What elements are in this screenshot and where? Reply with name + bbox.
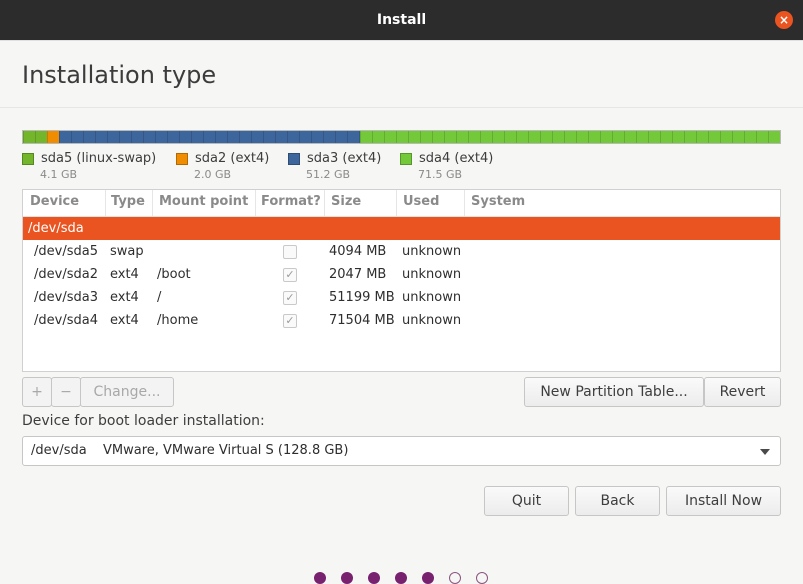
legend-swatch [176,152,188,165]
header-divider [0,107,803,108]
device-name: /dev/sda2 [34,267,98,282]
partition-used: unknown [402,244,462,259]
column-header-used[interactable]: Used [403,194,439,209]
format-checkbox[interactable]: ✓ [283,314,297,328]
legend-label: sda3 (ext4) [307,151,382,166]
partition-size: 71504 MB [329,313,395,328]
column-header-mount[interactable]: Mount point [159,194,248,209]
progress-dot [341,572,353,584]
partition-type: ext4 [110,313,139,328]
mount-point: /home [157,313,199,328]
legend-item: sda4 (ext4) 71.5 GB [400,151,493,181]
partition-type: ext4 [110,267,139,282]
partition-table: Device Type Mount point Format? Size Use… [22,189,781,372]
table-header: Device Type Mount point Format? Size Use… [23,190,780,217]
device-name: /dev/sda [28,221,84,236]
install-now-button[interactable]: Install Now [666,486,781,516]
partition-segment-sda5 [23,131,48,143]
column-header-system[interactable]: System [471,194,525,209]
format-checkbox[interactable] [283,245,297,259]
title-bar: Install × [0,0,803,40]
legend-swatch [22,152,34,165]
partition-type: ext4 [110,290,139,305]
legend-label: sda5 (linux-swap) [41,151,157,166]
boot-loader-select[interactable]: /dev/sda VMware, VMware Virtual S (128.8… [22,436,781,466]
table-row[interactable]: /dev/sda2 ext4 /boot ✓ 2047 MB unknown [23,263,780,286]
remove-partition-button[interactable]: − [51,377,81,407]
mount-point: / [157,290,162,305]
partition-type: swap [110,244,144,259]
format-checkbox[interactable]: ✓ [283,268,297,282]
legend-size: 4.1 GB [40,168,78,181]
progress-dot [395,572,407,584]
new-partition-table-button[interactable]: New Partition Table... [524,377,704,407]
progress-dot [314,572,326,584]
legend-item: sda3 (ext4) 51.2 GB [288,151,381,181]
partition-used: unknown [402,267,462,282]
device-name: /dev/sda3 [34,290,98,305]
back-button[interactable]: Back [575,486,660,516]
quit-button[interactable]: Quit [484,486,569,516]
progress-dot [449,572,461,584]
column-header-size[interactable]: Size [331,194,361,209]
partition-used: unknown [402,290,462,305]
partition-size: 51199 MB [329,290,395,305]
progress-dot [476,572,488,584]
window-title: Install [376,12,427,28]
progress-dot [368,572,380,584]
column-header-type[interactable]: Type [111,194,145,209]
device-name: /dev/sda5 [34,244,98,259]
legend-label: sda2 (ext4) [195,151,270,166]
partition-segment-sda2 [47,131,60,143]
legend-size: 71.5 GB [418,168,463,181]
progress-dots [314,572,503,584]
installer-content: Installation type sda5 (linux-swap) 4.1 … [0,40,803,584]
partition-bar [22,130,781,144]
format-checkbox[interactable]: ✓ [283,291,297,305]
partition-used: unknown [402,313,462,328]
legend-swatch [288,152,300,165]
legend-item: sda2 (ext4) 2.0 GB [176,151,269,181]
partition-size: 2047 MB [329,267,387,282]
progress-dot [422,572,434,584]
close-icon[interactable]: × [775,11,793,29]
mount-point: /boot [157,267,191,282]
legend-label: sda4 (ext4) [419,151,494,166]
table-row[interactable]: /dev/sda4 ext4 /home ✓ 71504 MB unknown [23,309,780,332]
column-header-format[interactable]: Format? [261,194,321,209]
table-row[interactable]: /dev/sda5 swap 4094 MB unknown [23,240,780,263]
partition-legend: sda5 (linux-swap) 4.1 GB sda2 (ext4) 2.0… [22,151,782,185]
table-row[interactable]: /dev/sda3 ext4 / ✓ 51199 MB unknown [23,286,780,309]
partition-size: 4094 MB [329,244,387,259]
add-partition-button[interactable]: + [22,377,52,407]
boot-loader-label: Device for boot loader installation: [22,413,265,429]
table-row-disk[interactable]: /dev/sda [23,217,780,240]
boot-device-description: VMware, VMware Virtual S (128.8 GB) [103,443,349,458]
partition-segment-sda3 [59,131,360,143]
legend-swatch [400,152,412,165]
change-partition-button[interactable]: Change... [80,377,174,407]
column-header-device[interactable]: Device [30,194,79,209]
partition-segment-sda4 [359,131,780,143]
legend-item: sda5 (linux-swap) 4.1 GB [22,151,156,181]
revert-button[interactable]: Revert [704,377,781,407]
chevron-down-icon [760,449,770,455]
boot-device: /dev/sda [31,443,87,458]
legend-size: 2.0 GB [194,168,232,181]
legend-size: 51.2 GB [306,168,351,181]
page-title: Installation type [22,61,217,89]
device-name: /dev/sda4 [34,313,98,328]
